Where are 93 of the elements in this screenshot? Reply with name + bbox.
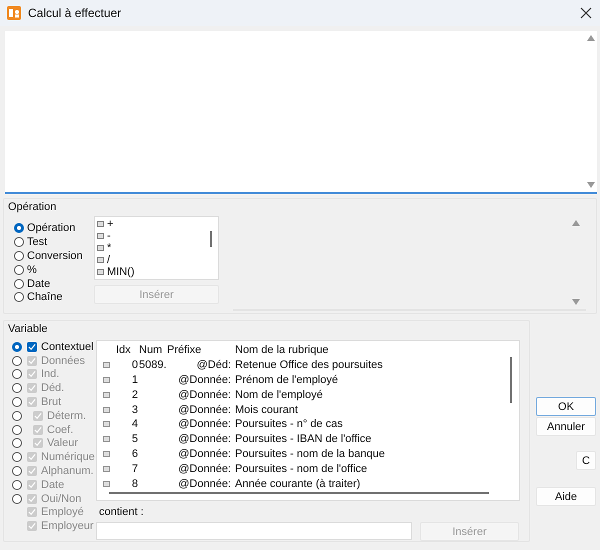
dialog-button[interactable]: C [576,451,596,470]
radio-label: Chaîne [27,291,62,304]
row-icon [103,406,110,413]
column-header[interactable]: Idx [116,344,138,356]
table-cell-text: @Déd: [196,359,232,372]
table-cell-text: @Donnée: [177,448,232,460]
checkbox-label: Employé [41,506,84,518]
dialog-button[interactable]: Annuler [536,417,596,436]
operator-list[interactable]: + - * / MIN() [94,216,219,280]
checkbox[interactable] [27,342,37,352]
row-icon [103,392,110,398]
scroll-down-icon[interactable] [587,182,595,188]
table-cell-text: 2 [130,388,138,401]
group-title: Opération [8,201,56,213]
list-item[interactable]: + [107,218,114,230]
radio-label: Test [27,236,48,248]
radio-button[interactable] [14,223,24,234]
close-icon[interactable] [580,7,592,19]
table-cell-text: @Donnée: [177,374,232,386]
table-cell-text: Prénom de l'employé [235,374,339,386]
table-cell-text: @Donnée: [177,478,232,490]
table-cell-text: 0 [130,359,138,372]
radio-label: Opération [27,222,76,234]
checkbox-label: Employeur [41,520,94,532]
field-label: contient : [98,506,145,518]
table-cell-text: 5 [130,433,138,446]
radio-label: % [27,264,37,276]
column-header[interactable]: Num [138,344,167,356]
list-item[interactable]: * [107,242,112,254]
table-cell-text: 6 [130,448,138,460]
table-cell-text: @Donnée: [177,388,232,401]
app-icon [6,5,22,21]
table-cell-text: Poursuites - n° de cas [235,418,344,430]
list-item[interactable]: / [107,254,110,266]
table-cell: 5089. [139,359,167,372]
radio-button[interactable] [14,278,24,289]
checkbox-label: Déterm. [47,410,86,422]
table-cell-text: @Donnée: [177,433,232,446]
scrollbar-thumb[interactable] [109,492,489,494]
checkbox-label: Coef. [47,424,74,436]
table-cell-text: 3 [130,404,138,416]
checkbox-label: Données [41,354,86,367]
table-cell-text: 7 [130,462,138,475]
window-title: Calcul à effectuer [28,6,122,20]
checkbox-label: Alphanum. [41,465,94,478]
table-cell-text: Poursuites - nom de l'office [235,462,368,475]
checkbox-label: Déd. [41,382,64,394]
row-icon [103,362,110,368]
table-cell-text: Poursuites - nom de la banque [235,448,386,460]
checkbox-label: Oui/Non [41,492,82,505]
table-cell-text: @Donnée: [177,462,232,475]
row-icon [103,480,110,487]
radio-button[interactable] [14,292,24,302]
dialog-button[interactable]: Aide [536,487,596,506]
radio-label: Date [27,278,50,290]
row-icon [103,450,110,457]
table-cell-text: @Donnée: [177,404,232,416]
scroll-up-icon[interactable] [572,220,580,226]
list-item[interactable]: - [107,230,111,242]
list-item[interactable]: MIN() [107,266,134,278]
scrollbar-thumb[interactable] [510,357,512,403]
scroll-up-icon[interactable] [587,35,595,41]
checkbox-label: Ind. [41,368,60,380]
row-icon [103,421,110,428]
table-cell-text: 4 [130,418,138,430]
table-cell-text: Retenue Office des poursuites [235,359,384,372]
checkbox-label: Brut [41,396,62,408]
table-cell-text: 8 [130,478,138,490]
radio-button[interactable] [14,250,24,261]
dialog-button[interactable]: OK [536,397,596,416]
table-cell-text: Mois courant [235,404,299,416]
table-cell-text: 1 [130,374,138,386]
checkbox-label: Numérique [41,451,95,464]
checkbox-label: Valeur [47,437,78,450]
scrollbar-thumb[interactable] [210,231,212,247]
table-cell-text: Nom de l'employé [235,388,324,401]
column-header[interactable]: Préfixe [167,344,235,356]
checkbox-label: Contextuel [41,340,94,353]
table-cell-text: Année courante (à traiter) [235,478,362,490]
row-icon [103,466,110,472]
row-icon [103,376,110,383]
group-title: Variable [8,323,48,335]
column-header[interactable]: Nom de la rubrique [235,344,519,356]
table-cell-text: @Donnée: [177,418,232,430]
radio-button[interactable] [14,264,24,275]
table-cell-text: Poursuites - IBAN de l'office [235,433,372,446]
checkbox-label: Date [41,478,64,491]
radio-label: Conversion [27,250,83,262]
scroll-down-icon[interactable] [572,299,580,305]
radio-button[interactable] [12,342,22,352]
search-field[interactable] [96,522,412,540]
radio-button[interactable] [14,237,24,248]
row-icon [103,436,110,442]
